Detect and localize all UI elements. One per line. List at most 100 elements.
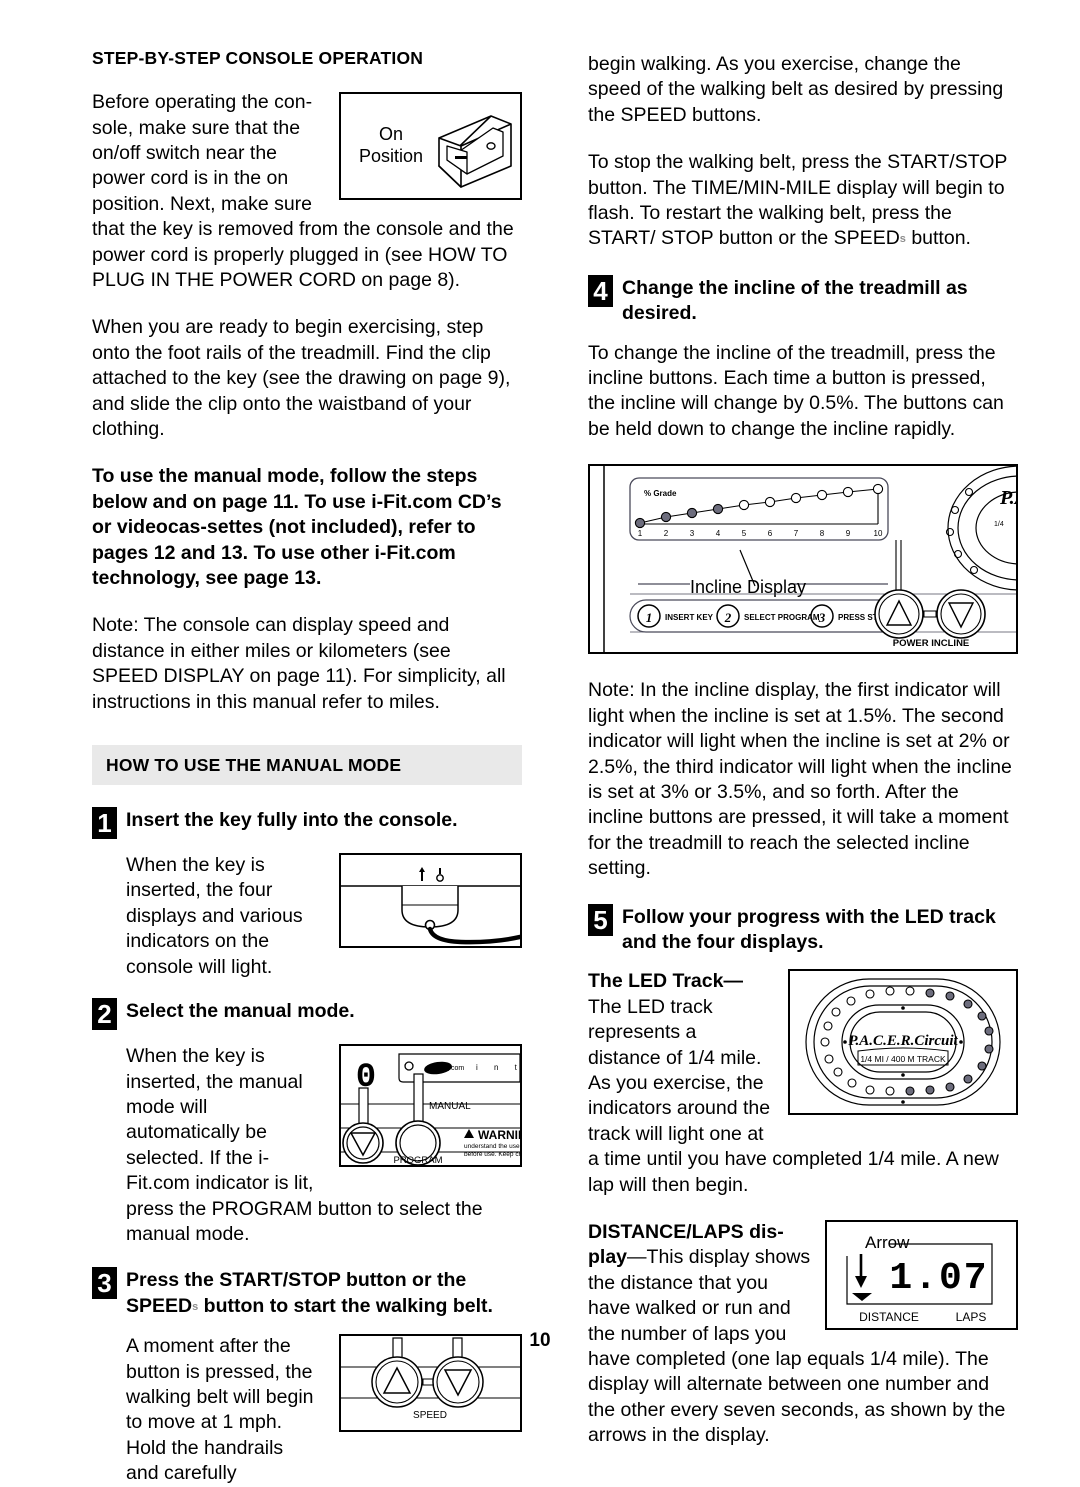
distance-laps-dash: — [627,1246,647,1269]
lcd-laps-label: LAPS [956,1310,987,1324]
lcd-distance-label: DISTANCE [859,1310,919,1324]
speed-label: SPEED [413,1410,447,1421]
led-track-heading: The LED Track— [588,970,743,993]
step-3-heading: Press the START/STOP button or the SPEED… [126,1267,522,1320]
step-3: 3 Press the START/STOP button or the SPE… [92,1267,522,1320]
incline-indicator-7 [790,493,802,504]
paragraph-step-on: When you are ready to begin exercising, … [92,316,511,440]
svg-text:3: 3 [818,610,826,625]
step-5: 5 Follow your progress with the LED trac… [588,903,1018,956]
incline-indicator-5 [738,500,750,511]
power-cord [427,926,520,945]
step-2-number: 2 [92,998,117,1031]
svg-text:10: 10 [874,529,883,538]
warning-label: WARNING [478,1128,520,1142]
step-5-heading: Follow your progress with the LED track … [622,905,996,953]
incline-display-figure: % Grade 1 2 3 4 5 6 7 8 9 10 P. 1/4 Incl… [588,464,1018,655]
step-1-heading: Insert the key fully into the console. [126,809,458,832]
console-program-figure: 0 i-Fit .com i n t MANUAL PROGRAM WARNI … [339,1044,522,1168]
step-5-number: 5 [588,903,613,936]
svg-text:8: 8 [820,529,825,538]
incline-indicator-3 [686,508,698,519]
on-label-line2: Position [359,146,423,166]
console-right-letters: i n t [476,1063,520,1072]
incline-indicator-2 [660,512,672,523]
step-3-number: 3 [92,1267,117,1300]
step-4: 4 Change the incline of the treadmill as… [588,274,1018,327]
svg-text:6: 6 [768,529,773,538]
step-1-number: 1 [92,807,117,840]
distance-laps-heading-part2: play [588,1246,628,1269]
step-2-heading: Select the manual mode. [126,1000,355,1023]
pacer-wheel-text: P.A [999,487,1016,509]
svg-text:.com: .com [449,1065,464,1072]
svg-text:9: 9 [846,529,851,538]
arrow-callout-label: Arrow [865,1233,910,1252]
step-4-body: To change the incline of the treadmill, … [588,341,1004,440]
paragraph-stop-belt-part2: button. [911,227,971,250]
intro-block: On Position Before operating the con- so… [92,90,522,293]
power-incline-label: POWER INCLINE [893,638,970,649]
step-2: 2 Select the manual mode. [92,998,522,1031]
manual-label: MANUAL [429,1101,471,1112]
speed-up-symbol-right: s [899,233,906,246]
pacer-wheel-partial [947,466,1016,591]
lcd-value: 1.07 [889,1257,988,1300]
pacer-wheel-sub: 1/4 [994,521,1004,528]
step-1: 1 Insert the key fully into the console. [92,807,522,840]
distance-laps-figure: Arrow 1.07 DISTANCE LAPS [825,1220,1018,1330]
paragraph-manual-mode-bold: To use the manual mode, follow the steps… [92,465,502,590]
led-track-body-a: The LED track represents a distance of 1… [588,995,771,1171]
left-column: STEP-BY-STEP CONSOLE OPERATION On Positi… [92,48,522,1487]
paragraph-units-note: Note: The console can display speed and … [92,614,506,713]
incline-indicator-1 [634,518,646,529]
svg-text:1: 1 [638,529,643,538]
on-position-illustration: On Position [359,115,512,188]
incline-display-illustration: % Grade 1 2 3 4 5 6 7 8 9 10 P. 1/4 Incl… [603,466,1016,653]
incline-indicator-6 [764,497,776,508]
led-track-figure: P.A.C.E.R.Circuit 1/4 MI / 400 M TRACK [788,969,1018,1116]
lcd-arrow-indicator [852,1293,872,1301]
incline-indicator-4 [712,504,724,515]
led-track-illustration: P.A.C.E.R.Circuit 1/4 MI / 400 M TRACK [805,978,1001,1106]
distance-laps-illustration: Arrow 1.07 DISTANCE LAPS [846,1233,993,1324]
pacer-wheel-leds [945,488,979,575]
document-page: STEP-BY-STEP CONSOLE OPERATION On Positi… [0,0,1080,1484]
paragraph-begin-walking: begin walking. As you exercise, change t… [588,53,1004,126]
key-insert-figure [339,853,522,949]
step-4-number: 4 [588,274,613,307]
pacer-circuit-text: P.A.C.E.R.Circuit [848,1033,958,1049]
switch-dash [455,156,467,160]
on-position-figure: On Position [339,92,522,201]
svg-text:3: 3 [690,529,695,538]
callout-arrowhead [855,1276,867,1288]
page-title: STEP-BY-STEP CONSOLE OPERATION [92,48,424,68]
svg-text:INSERT KEY: INSERT KEY [665,613,714,622]
warning-triangle-icon [464,1129,474,1139]
percent-grade-label: % Grade [644,489,677,498]
svg-text:SELECT PROGRAM: SELECT PROGRAM [744,613,820,622]
led-track-block: P.A.C.E.R.Circuit 1/4 MI / 400 M TRACK T… [588,969,1018,1198]
svg-text:2: 2 [724,610,732,625]
program-label: PROGRAM [393,1155,442,1165]
console-program-illustration: 0 i-Fit .com i n t MANUAL PROGRAM WARNI … [341,1051,520,1166]
track-distance-text: 1/4 MI / 400 M TRACK [860,1054,946,1064]
incline-indicator-9 [842,487,854,498]
manual-mode-band: HOW TO USE THE MANUAL MODE [92,745,522,786]
warning-line2: before use. Keep ch [464,1151,520,1158]
svg-text:2: 2 [664,529,669,538]
right-column: begin walking. As you exercise, change t… [588,48,1018,1449]
led-track-body-b: time until you have completed 1/4 mile. … [588,1148,999,1196]
svg-text:1: 1 [646,610,653,625]
paragraph-incline-note: Note: In the incline display, the first … [588,679,1012,880]
warning-line1: understand the user [464,1143,520,1150]
svg-text:7: 7 [794,529,799,538]
step-1-body-block: When the key is inserted, the four displ… [126,853,522,980]
svg-text:4: 4 [716,529,721,538]
incline-indicator-8 [816,490,828,501]
intro-text-a: Before operating the con- sole, make sur… [92,91,313,241]
svg-text:5: 5 [742,529,747,538]
on-label-line1: On [379,124,403,144]
distance-laps-heading-part1: DISTANCE/LAPS dis- [588,1221,784,1243]
step-2-body-block: 0 i-Fit .com i n t MANUAL PROGRAM WARNI … [126,1044,522,1247]
